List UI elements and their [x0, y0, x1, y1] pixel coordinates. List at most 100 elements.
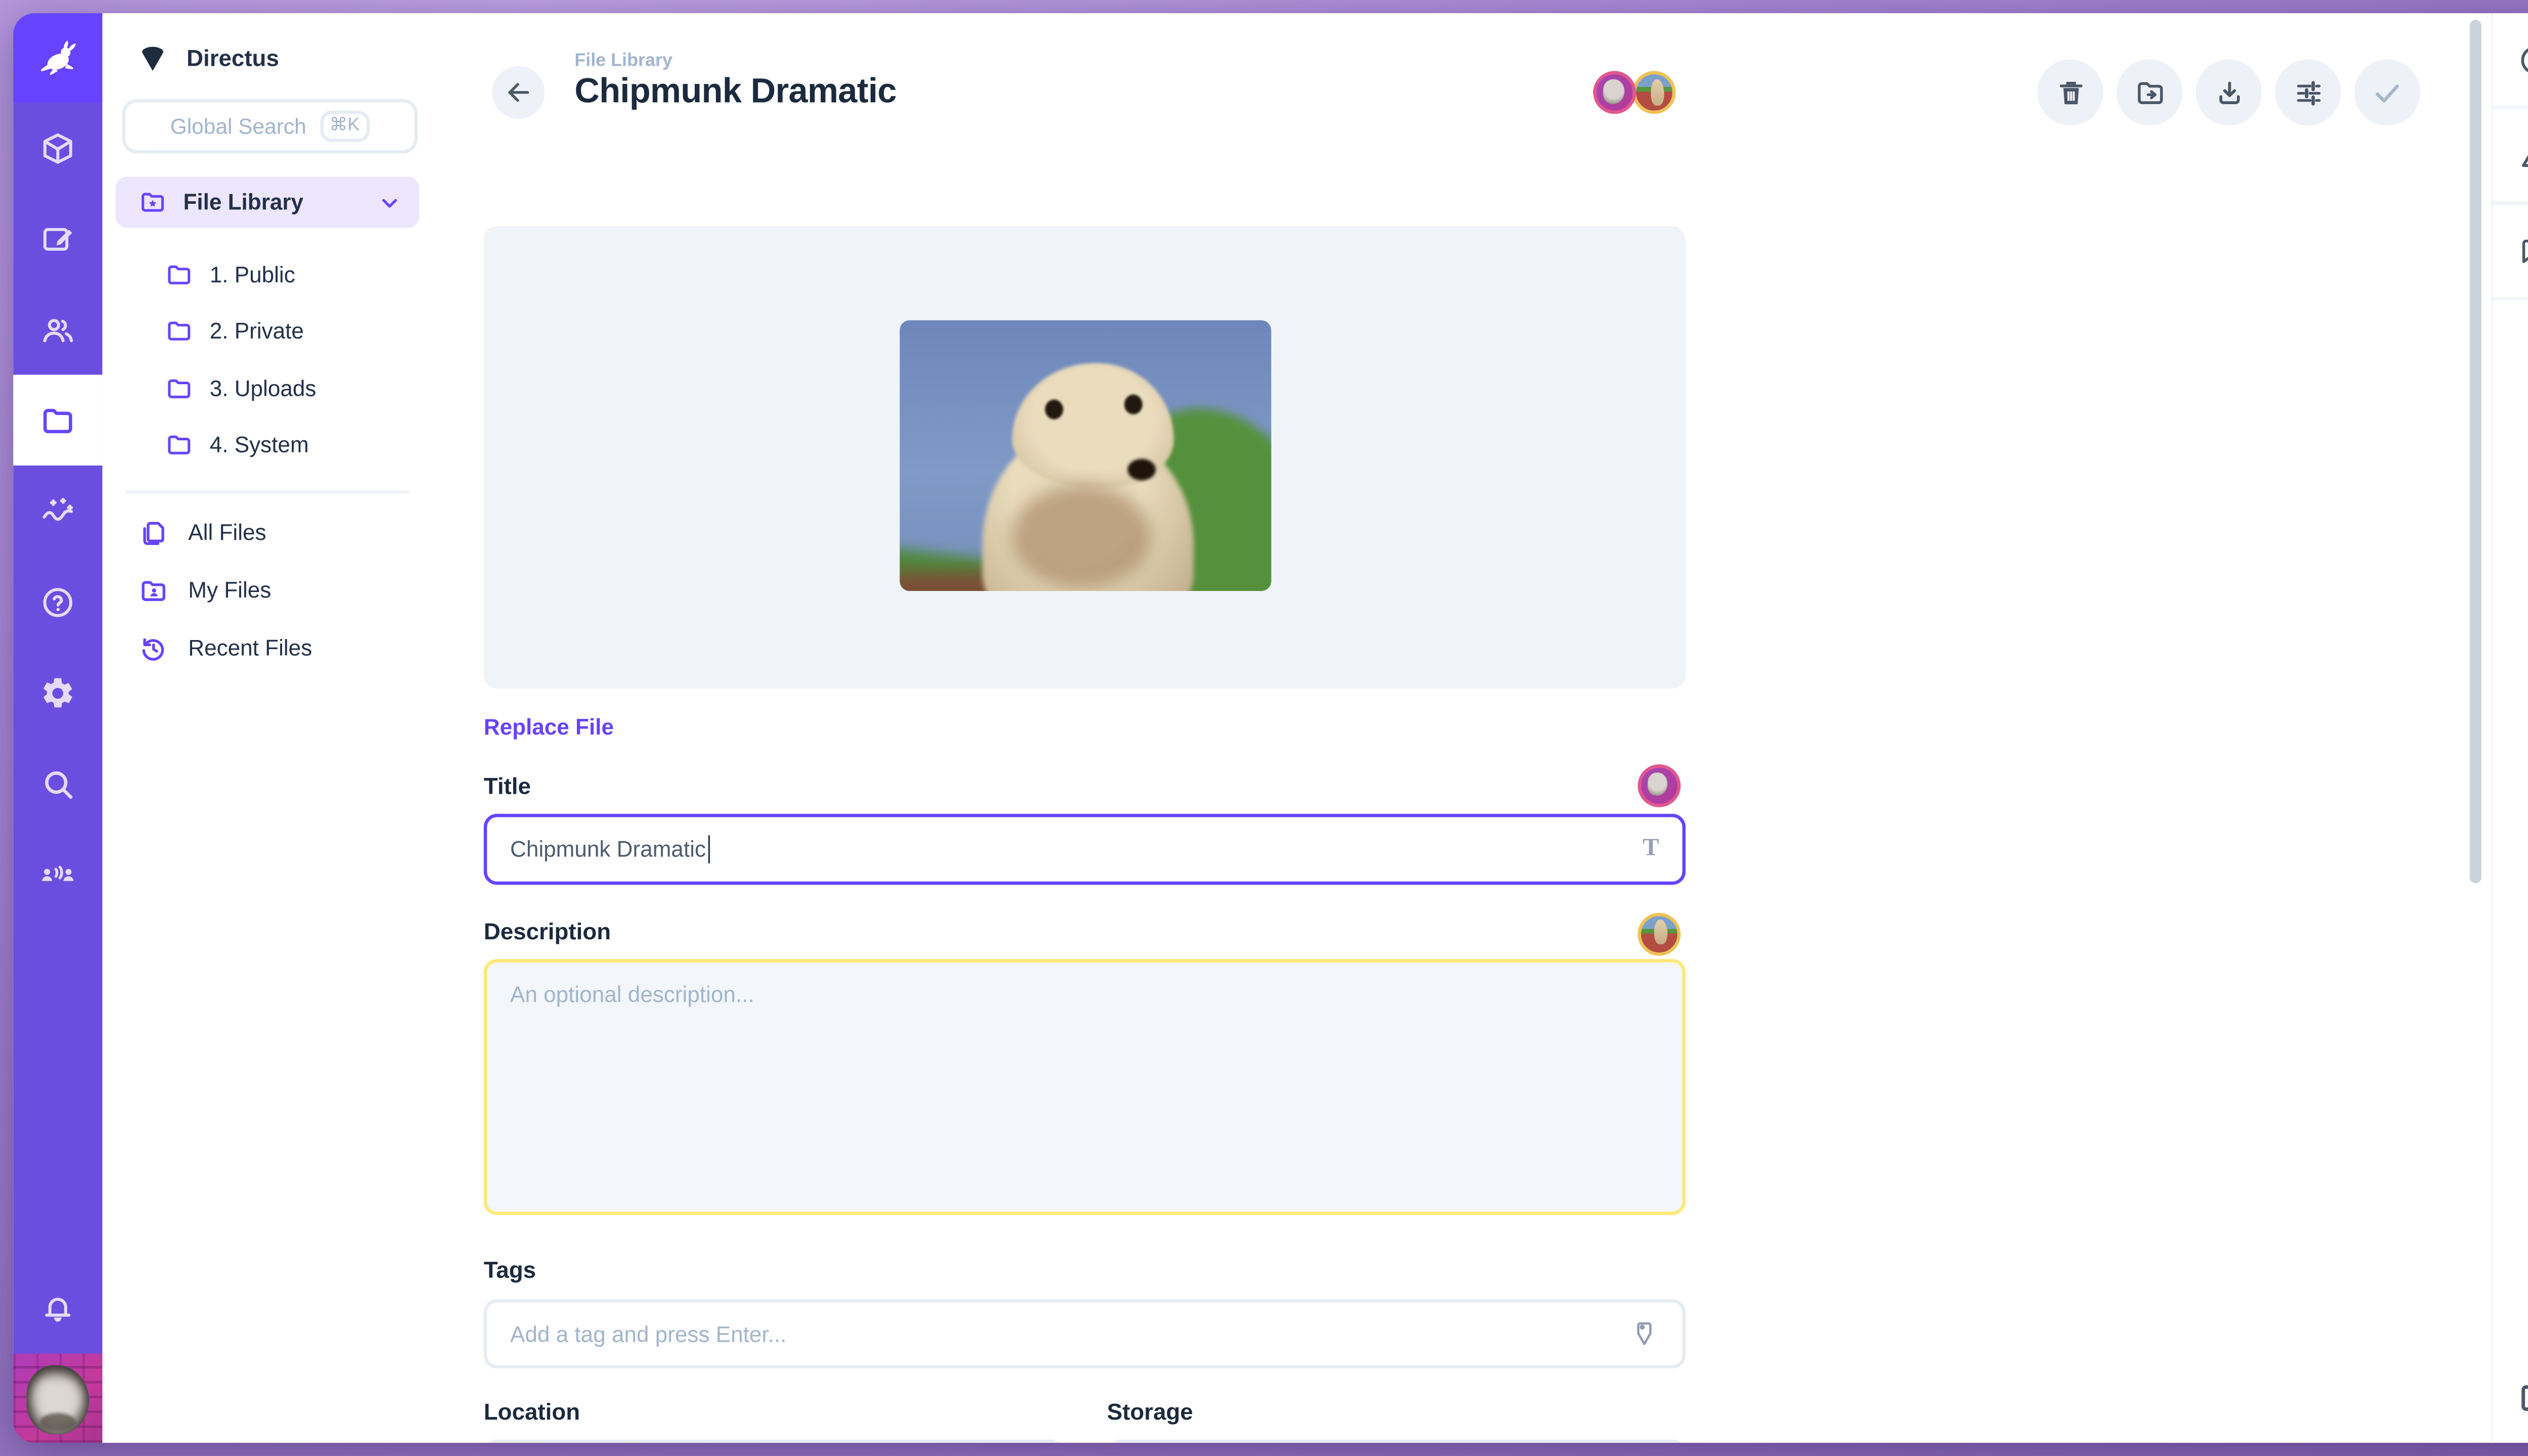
module-search[interactable] — [13, 738, 102, 829]
location-field-label: Location — [484, 1398, 580, 1425]
breadcrumb[interactable]: File Library — [574, 51, 896, 71]
sidebar-item-file-library[interactable]: File Library — [116, 176, 420, 228]
sidebar-tab-info[interactable] — [2493, 13, 2528, 109]
storage-field-label: Storage — [1107, 1398, 1193, 1425]
cube-icon — [39, 129, 76, 166]
nav-sidebar: Directus Global Search ⌘K File Library 1… — [102, 13, 434, 1443]
main-content: File Library Chipmunk Dramatic — [433, 13, 2470, 1443]
project-header[interactable]: Directus — [102, 13, 432, 74]
check-icon — [2371, 76, 2404, 109]
folder-icon — [165, 317, 194, 346]
module-community[interactable] — [13, 829, 102, 920]
description-textarea[interactable] — [484, 959, 1686, 1215]
sidebar-item-label: Recent Files — [188, 635, 312, 660]
avatar-photo — [13, 1354, 102, 1443]
folder-icon — [39, 402, 76, 438]
scroll-region[interactable]: Replace File Title Chipmunk Dramatic T D… — [433, 185, 2470, 1443]
tune-button[interactable] — [2275, 60, 2341, 126]
location-input[interactable] — [484, 1439, 1062, 1443]
gear-icon — [39, 674, 76, 711]
move-to-folder-button[interactable] — [2116, 60, 2183, 126]
directus-rabbit-logo[interactable] — [13, 13, 102, 102]
tune-sliders-icon — [2292, 77, 2324, 108]
file-preview-panel[interactable] — [484, 226, 1686, 688]
tags-field-label: Tags — [484, 1256, 536, 1283]
global-search-placeholder: Global Search — [170, 114, 306, 139]
presence-avatar-chipmunk[interactable] — [1633, 71, 1676, 114]
sidebar-item-label: My Files — [188, 578, 271, 603]
download-icon — [2213, 77, 2244, 108]
text-caret — [707, 835, 710, 863]
replace-file-link[interactable]: Replace File — [484, 715, 614, 740]
vertical-scrollbar[interactable] — [2470, 20, 2481, 883]
folder-icon — [165, 374, 194, 402]
module-users[interactable] — [13, 284, 102, 375]
search-shortcut-badge: ⌘K — [320, 111, 370, 142]
folder-person-icon — [139, 575, 168, 605]
trash-icon — [2055, 77, 2086, 108]
page-header: File Library Chipmunk Dramatic — [433, 13, 2470, 185]
download-button[interactable] — [2196, 60, 2262, 126]
folder-label: 3. Uploads — [210, 376, 317, 401]
sidebar-folder-private[interactable]: 2. Private — [102, 303, 432, 360]
back-button[interactable] — [492, 66, 545, 119]
module-help[interactable] — [13, 556, 102, 647]
module-content[interactable] — [13, 102, 102, 193]
arrow-left-icon — [504, 77, 533, 107]
sidebar-folder-public[interactable]: 1. Public — [102, 246, 432, 303]
clipboard-clock-icon — [2516, 1380, 2528, 1417]
history-icon — [139, 633, 168, 663]
search-icon — [39, 765, 76, 801]
module-editor[interactable] — [13, 193, 102, 284]
location-storage-row: Location Storage — [484, 1398, 1686, 1443]
presence-avatars — [1593, 71, 1676, 114]
folder-list: 1. Public 2. Private 3. Uploads 4. Syste… — [102, 246, 432, 474]
sidebar-item-my-files[interactable]: My Files — [102, 561, 432, 619]
title-field-label: Title — [484, 772, 531, 799]
module-file-library[interactable] — [13, 375, 102, 466]
current-user-avatar[interactable] — [13, 1354, 102, 1443]
chipmunk-image[interactable] — [900, 320, 1272, 591]
module-insights[interactable] — [13, 466, 102, 557]
sidebar-item-all-files[interactable]: All Files — [102, 504, 432, 561]
global-search-input[interactable]: Global Search ⌘K — [122, 99, 418, 154]
sidebar-folder-system[interactable]: 4. System — [102, 417, 432, 474]
bell-icon — [39, 1291, 76, 1327]
help-icon — [39, 583, 76, 620]
title-editing-avatar[interactable] — [1638, 764, 1681, 807]
sidebar-item-recent-files[interactable]: Recent Files — [102, 619, 432, 676]
folder-star-icon — [139, 188, 167, 216]
module-bar — [13, 13, 102, 1443]
sidebar-tab-revisions[interactable]: 1 — [2493, 109, 2528, 205]
storage-input-disabled — [1107, 1439, 1685, 1443]
folder-label: 1. Public — [210, 262, 295, 287]
page-title: Chipmunk Dramatic — [574, 73, 896, 112]
module-settings[interactable] — [13, 647, 102, 738]
folder-icon — [165, 260, 194, 289]
notifications-button[interactable] — [13, 1264, 102, 1353]
project-diamond-icon — [136, 41, 170, 74]
title-input[interactable]: Chipmunk Dramatic T — [484, 814, 1686, 885]
app-window: Directus Global Search ⌘K File Library 1… — [13, 13, 2528, 1443]
sidebar-tab-activity[interactable] — [2493, 1354, 2528, 1443]
chevron-down-icon[interactable] — [376, 189, 402, 215]
sidebar-tab-comments[interactable] — [2493, 205, 2528, 300]
tags-input[interactable] — [510, 1322, 1630, 1346]
form-column: Replace File Title Chipmunk Dramatic T D… — [484, 226, 1686, 1443]
description-label-row: Description — [484, 918, 1686, 944]
tags-field[interactable] — [484, 1299, 1686, 1369]
users-icon — [39, 311, 76, 348]
right-sidebar: 1 — [2491, 13, 2528, 1443]
people-voices-icon — [39, 856, 76, 892]
description-editing-avatar[interactable] — [1638, 913, 1681, 956]
info-icon — [2517, 42, 2528, 77]
delete-button[interactable] — [2037, 60, 2103, 126]
save-button[interactable] — [2354, 60, 2420, 126]
title-block: File Library Chipmunk Dramatic — [574, 51, 896, 112]
desktop: Directus Global Search ⌘K File Library 1… — [0, 0, 2528, 1456]
presence-avatar-user[interactable] — [1593, 71, 1636, 114]
header-actions — [2037, 60, 2420, 126]
storage-field-group: Storage — [1107, 1398, 1685, 1443]
revisions-triangle-icon — [2517, 138, 2528, 173]
sidebar-folder-uploads[interactable]: 3. Uploads — [102, 360, 432, 417]
